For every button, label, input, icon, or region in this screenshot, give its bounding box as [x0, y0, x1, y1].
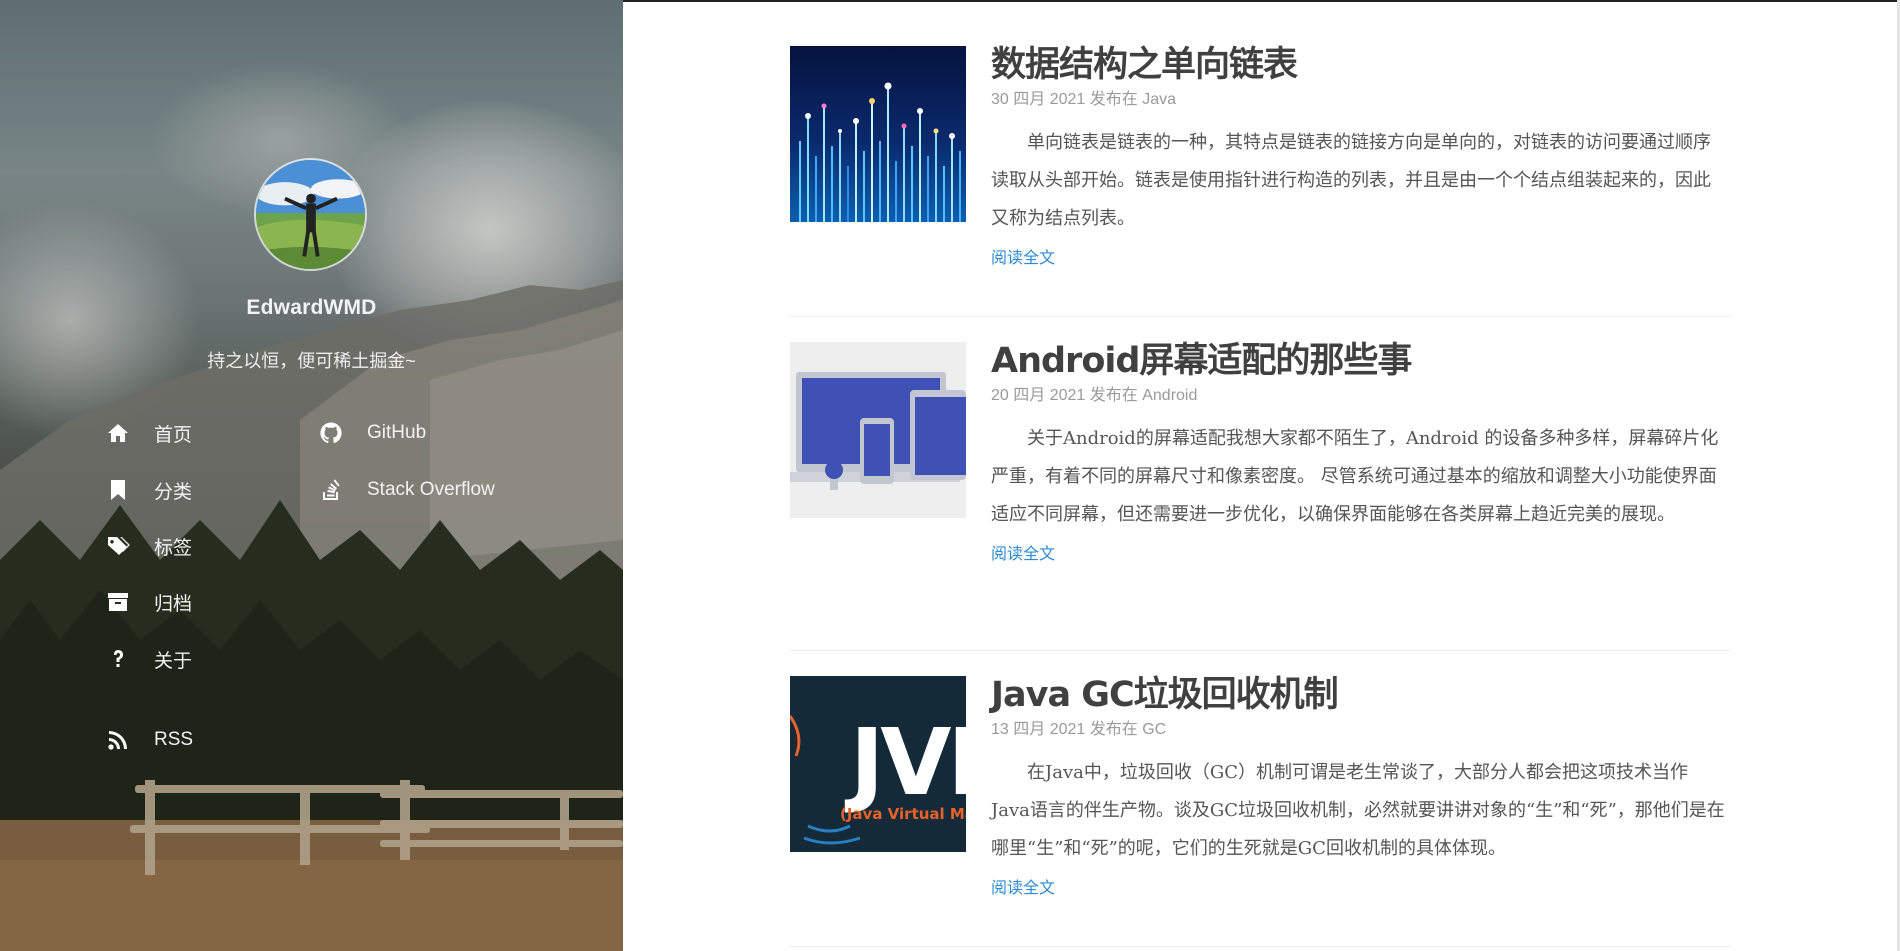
- read-more-link[interactable]: 阅读全文: [991, 874, 1055, 898]
- nav-label: 分类: [154, 481, 193, 503]
- post-date: 20 四月 2021: [991, 387, 1086, 404]
- home-icon: [104, 419, 132, 447]
- post-divider: [790, 946, 1730, 947]
- post-item: JVM (Java Virtual Ma Java GC垃圾回收机制 13 四月…: [790, 674, 1730, 936]
- top-border: [623, 0, 1900, 2]
- sidebar-overlay: [0, 0, 623, 951]
- site-motto: 持之以恒，便可稀土掘金~: [207, 351, 416, 371]
- stack-overflow-icon: [317, 476, 345, 504]
- nav-about[interactable]: 关于: [104, 645, 192, 673]
- avatar-image: [256, 160, 365, 269]
- post-thumbnail[interactable]: [790, 46, 966, 222]
- post-excerpt: 关于Android的屏幕适配我想大家都不陌生了，Android 的设备多种多样，…: [991, 428, 1719, 525]
- post-thumbnail-image: JVM (Java Virtual Ma: [790, 676, 966, 852]
- sidebar: EdwardWMD 持之以恒，便可稀土掘金~ 首页 分类 标签 归档 关于 RS…: [0, 0, 623, 951]
- nav-home[interactable]: 首页: [104, 419, 192, 447]
- post-excerpt: 在Java中，垃圾回收（GC）机制可谓是老生常谈了，大部分人都会把这项技术当作J…: [991, 762, 1725, 859]
- post-item: Android屏幕适配的那些事 20 四月 2021 发布在 Android 关…: [790, 340, 1730, 642]
- rss-icon: [104, 726, 132, 754]
- question-icon: [104, 645, 132, 673]
- post-meta: 30 四月 2021 发布在 Java: [991, 90, 1726, 110]
- post-date: 13 四月 2021: [991, 721, 1086, 738]
- nav-label: 标签: [154, 537, 193, 559]
- post-meta-prefix: 发布在: [1089, 387, 1138, 404]
- github-icon: [317, 419, 345, 447]
- jvm-logo-text: JVM: [844, 709, 966, 816]
- archive-icon: [104, 588, 132, 616]
- jvm-logo-subtext: (Java Virtual Ma: [840, 805, 966, 823]
- post-excerpt: 单向链表是链表的一种，其特点是链表的链接方向是单向的，对链表的访问要通过顺序读取…: [991, 132, 1711, 229]
- site-name[interactable]: EdwardWMD: [0, 296, 623, 320]
- post-category[interactable]: GC: [1142, 721, 1166, 738]
- post-category[interactable]: Android: [1142, 387, 1197, 404]
- post-title[interactable]: Java GC垃圾回收机制: [991, 674, 1726, 716]
- post-thumbnail[interactable]: JVM (Java Virtual Ma: [790, 676, 966, 852]
- post-meta: 20 四月 2021 发布在 Android: [991, 386, 1726, 406]
- nav-tags[interactable]: 标签: [104, 532, 192, 560]
- post-meta: 13 四月 2021 发布在 GC: [991, 720, 1726, 740]
- post-title[interactable]: 数据结构之单向链表: [991, 44, 1726, 86]
- post-thumbnail-image: [790, 46, 966, 222]
- post-thumbnail-image: [790, 342, 966, 518]
- tags-icon: [104, 532, 132, 560]
- bookmark-icon: [104, 476, 132, 504]
- nav-github[interactable]: GitHub: [317, 419, 426, 447]
- read-more-link[interactable]: 阅读全文: [991, 540, 1055, 564]
- nav-label: Stack Overflow: [367, 479, 495, 500]
- nav-label: 关于: [154, 650, 193, 672]
- post-category[interactable]: Java: [1142, 91, 1176, 108]
- nav-label: GitHub: [367, 422, 427, 443]
- post-body: Android屏幕适配的那些事 20 四月 2021 发布在 Android 关…: [991, 340, 1726, 564]
- nav-label: 首页: [154, 424, 193, 446]
- post-meta-prefix: 发布在: [1089, 721, 1138, 738]
- post-date: 30 四月 2021: [991, 91, 1086, 108]
- nav-label: RSS: [154, 729, 194, 750]
- post-meta-prefix: 发布在: [1089, 91, 1138, 108]
- post-divider: [790, 650, 1730, 651]
- post-body: 数据结构之单向链表 30 四月 2021 发布在 Java 单向链表是链表的一种…: [991, 44, 1726, 268]
- post-thumbnail[interactable]: [790, 342, 966, 518]
- post-body: Java GC垃圾回收机制 13 四月 2021 发布在 GC 在Java中，垃…: [991, 674, 1726, 898]
- nav-rss[interactable]: RSS: [104, 726, 193, 754]
- avatar[interactable]: [254, 158, 367, 271]
- post-divider: [790, 316, 1730, 317]
- nav-archives[interactable]: 归档: [104, 588, 192, 616]
- read-more-link[interactable]: 阅读全文: [991, 244, 1055, 268]
- post-item: 数据结构之单向链表 30 四月 2021 发布在 Java 单向链表是链表的一种…: [790, 44, 1730, 296]
- nav-categories[interactable]: 分类: [104, 476, 192, 504]
- nav-label: 归档: [154, 593, 193, 615]
- post-title[interactable]: Android屏幕适配的那些事: [991, 340, 1726, 382]
- nav-stackoverflow[interactable]: Stack Overflow: [317, 476, 495, 504]
